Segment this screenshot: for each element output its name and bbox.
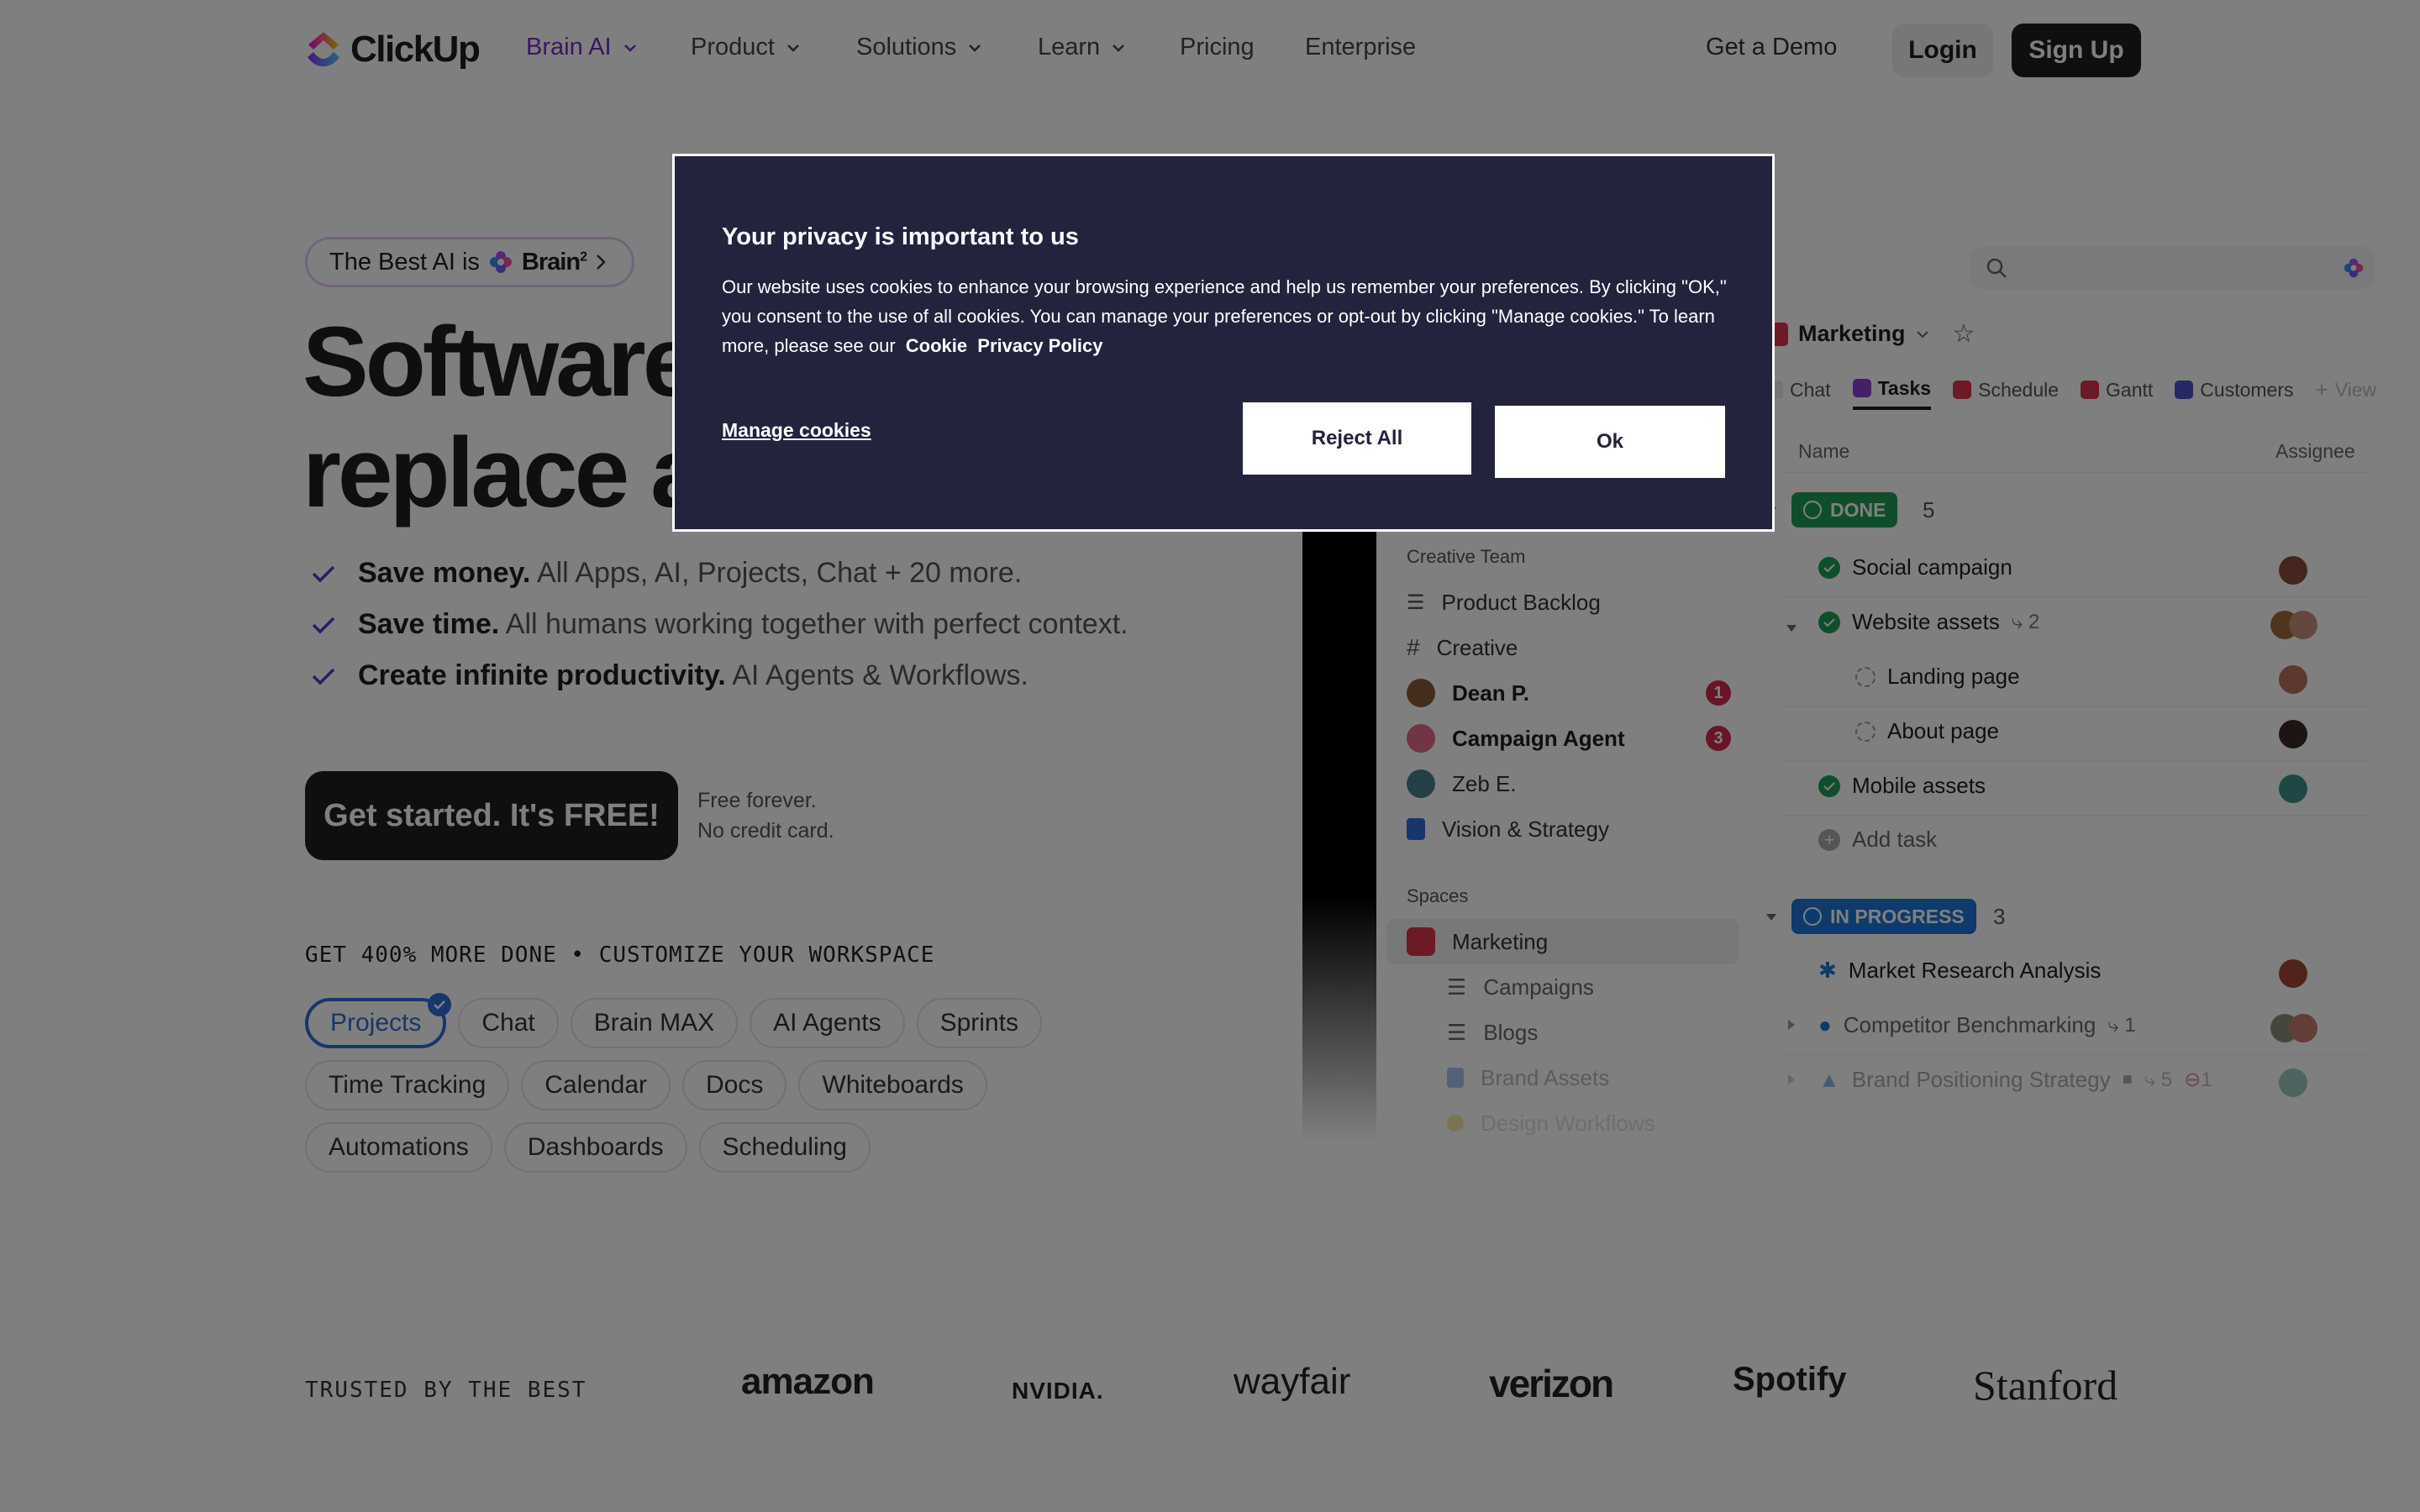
cookie-dialog-body: Our website uses cookies to enhance your… [722,272,1730,360]
privacy-policy-link[interactable]: Privacy Policy [977,335,1102,356]
cookie-body-text: Our website uses cookies to enhance your… [722,276,1727,356]
reject-all-button[interactable]: Reject All [1243,402,1471,475]
cookie-dialog-title: Your privacy is important to us [722,223,1079,250]
cookie-consent-dialog: Your privacy is important to us Our webs… [672,154,1775,532]
cookie-policy-link[interactable]: Cookie [906,335,967,356]
ok-button[interactable]: Ok [1495,406,1725,478]
manage-cookies-link[interactable]: Manage cookies [722,419,871,442]
